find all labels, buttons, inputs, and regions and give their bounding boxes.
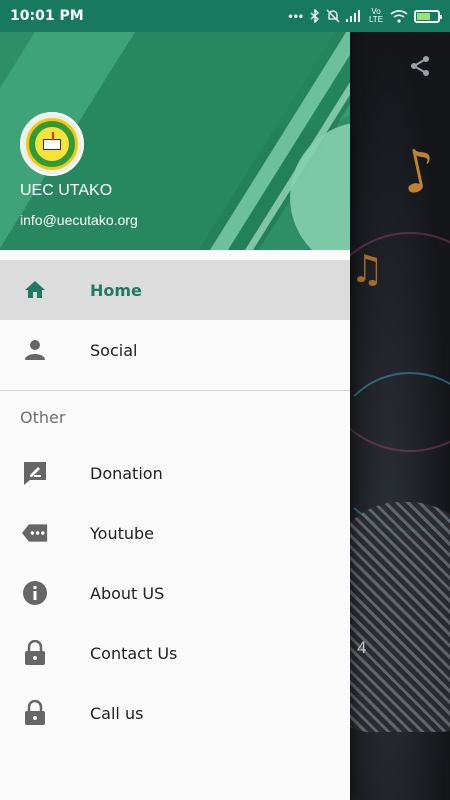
menu-item-donation[interactable]: Donation bbox=[0, 443, 350, 503]
status-icons: ••• Vo LTE bbox=[288, 7, 442, 24]
church-logo-avatar bbox=[20, 112, 84, 176]
drawer-header: UEC UTAKO info@uecutako.org bbox=[0, 32, 350, 250]
tag-icon bbox=[22, 520, 48, 546]
person-icon bbox=[22, 337, 48, 363]
menu-item-label: Donation bbox=[90, 463, 163, 483]
menu-item-label: Social bbox=[90, 340, 138, 360]
page-number: 4 bbox=[357, 638, 367, 657]
menu-item-label: Youtube bbox=[90, 523, 154, 543]
bluetooth-icon bbox=[310, 9, 320, 23]
edit-note-icon bbox=[22, 460, 48, 486]
menu-item-social[interactable]: Social bbox=[0, 320, 350, 380]
music-note-icon: ♪ bbox=[393, 133, 444, 209]
menu-item-contact-us[interactable]: Contact Us bbox=[0, 623, 350, 683]
menu-item-label: Home bbox=[90, 280, 142, 300]
more-dots-icon: ••• bbox=[288, 9, 304, 23]
menu-item-about-us[interactable]: About US bbox=[0, 563, 350, 623]
menu-item-label: About US bbox=[90, 583, 165, 603]
section-title-other: Other bbox=[20, 407, 66, 427]
menu-item-label: Contact Us bbox=[90, 643, 178, 663]
lock-icon bbox=[22, 700, 48, 726]
home-icon bbox=[22, 277, 48, 303]
drawer-menu: Home Social Other Donation Youtube About… bbox=[0, 250, 350, 743]
mute-bell-icon bbox=[326, 9, 340, 23]
menu-item-call-us[interactable]: Call us bbox=[0, 683, 350, 743]
info-icon bbox=[22, 580, 48, 606]
signal-icon bbox=[346, 10, 360, 22]
network-type-label: Vo LTE bbox=[368, 7, 384, 24]
status-time: 10:01 PM bbox=[10, 8, 84, 24]
background-app: ♪ ♫ 4 bbox=[350, 32, 450, 800]
battery-icon bbox=[414, 9, 442, 23]
navigation-drawer: UEC UTAKO info@uecutako.org Home Social … bbox=[0, 32, 350, 800]
lock-icon bbox=[22, 640, 48, 666]
menu-item-label: Call us bbox=[90, 703, 144, 723]
share-icon[interactable] bbox=[408, 54, 432, 78]
wifi-icon bbox=[390, 9, 408, 23]
status-bar: 10:01 PM ••• Vo LTE bbox=[0, 0, 450, 32]
microphone-image bbox=[350, 502, 450, 732]
menu-item-youtube[interactable]: Youtube bbox=[0, 503, 350, 563]
header-email: info@uecutako.org bbox=[20, 212, 138, 228]
header-name: UEC UTAKO bbox=[20, 182, 113, 199]
menu-item-home[interactable]: Home bbox=[0, 260, 350, 320]
